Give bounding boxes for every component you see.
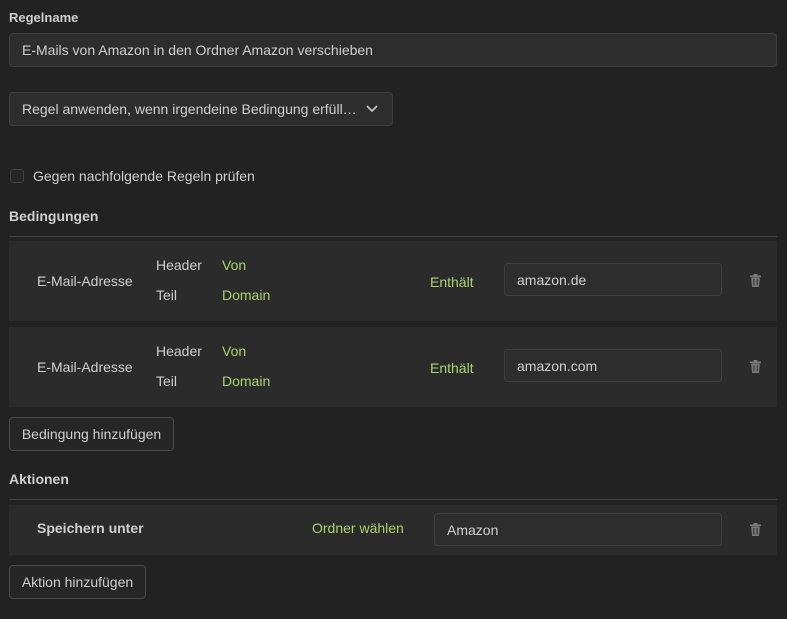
condition-part-value[interactable]: Domain bbox=[222, 373, 270, 389]
action-folder-selector[interactable]: Ordner wählen bbox=[312, 520, 404, 536]
condition-row: E-Mail-Adresse Header Von Teil Domain En… bbox=[9, 241, 777, 321]
condition-part-value[interactable]: Domain bbox=[222, 287, 270, 303]
actions-divider bbox=[9, 499, 777, 500]
condition-header-value[interactable]: Von bbox=[222, 257, 246, 273]
condition-type: E-Mail-Adresse bbox=[37, 273, 133, 289]
apply-condition-selected: Regel anwenden, wenn irgendeine Bedingun… bbox=[22, 101, 357, 117]
condition-value-input[interactable]: amazon.de bbox=[504, 263, 722, 296]
chevron-down-icon bbox=[366, 105, 378, 113]
action-folder-input[interactable]: Amazon bbox=[434, 513, 722, 546]
rule-name-input[interactable]: E-Mails von Amazon in den Ordner Amazon … bbox=[9, 33, 777, 67]
rule-name-value: E-Mails von Amazon in den Ordner Amazon … bbox=[22, 42, 373, 58]
rule-name-label: Regelname bbox=[9, 10, 79, 25]
apply-condition-dropdown[interactable]: Regel anwenden, wenn irgendeine Bedingun… bbox=[9, 92, 393, 126]
condition-part-label: Teil bbox=[156, 287, 178, 303]
condition-type: E-Mail-Adresse bbox=[37, 359, 133, 375]
condition-operator[interactable]: Enthält bbox=[430, 274, 474, 290]
conditions-divider bbox=[9, 236, 777, 237]
trash-icon[interactable] bbox=[749, 523, 762, 536]
continue-checkbox[interactable] bbox=[10, 169, 24, 183]
condition-header-value[interactable]: Von bbox=[222, 343, 246, 359]
condition-value-input[interactable]: amazon.com bbox=[504, 349, 722, 382]
add-condition-button[interactable]: Bedingung hinzufügen bbox=[9, 417, 174, 451]
condition-header-label: Header bbox=[156, 257, 202, 273]
condition-value: amazon.com bbox=[517, 357, 598, 374]
condition-operator[interactable]: Enthält bbox=[430, 360, 474, 376]
trash-icon[interactable] bbox=[749, 274, 762, 287]
condition-part-label: Teil bbox=[156, 373, 178, 389]
actions-heading: Aktionen bbox=[9, 471, 69, 487]
action-type: Speichern unter bbox=[37, 520, 144, 536]
add-action-button[interactable]: Aktion hinzufügen bbox=[9, 565, 146, 599]
action-row: Speichern unter Ordner wählen Amazon bbox=[9, 505, 777, 555]
condition-header-label: Header bbox=[156, 343, 202, 359]
condition-value: amazon.de bbox=[517, 271, 587, 288]
conditions-heading: Bedingungen bbox=[9, 208, 99, 224]
condition-row: E-Mail-Adresse Header Von Teil Domain En… bbox=[9, 327, 777, 407]
trash-icon[interactable] bbox=[749, 360, 762, 373]
continue-checkbox-label: Gegen nachfolgende Regeln prüfen bbox=[33, 168, 255, 184]
action-folder-value: Amazon bbox=[447, 521, 499, 538]
